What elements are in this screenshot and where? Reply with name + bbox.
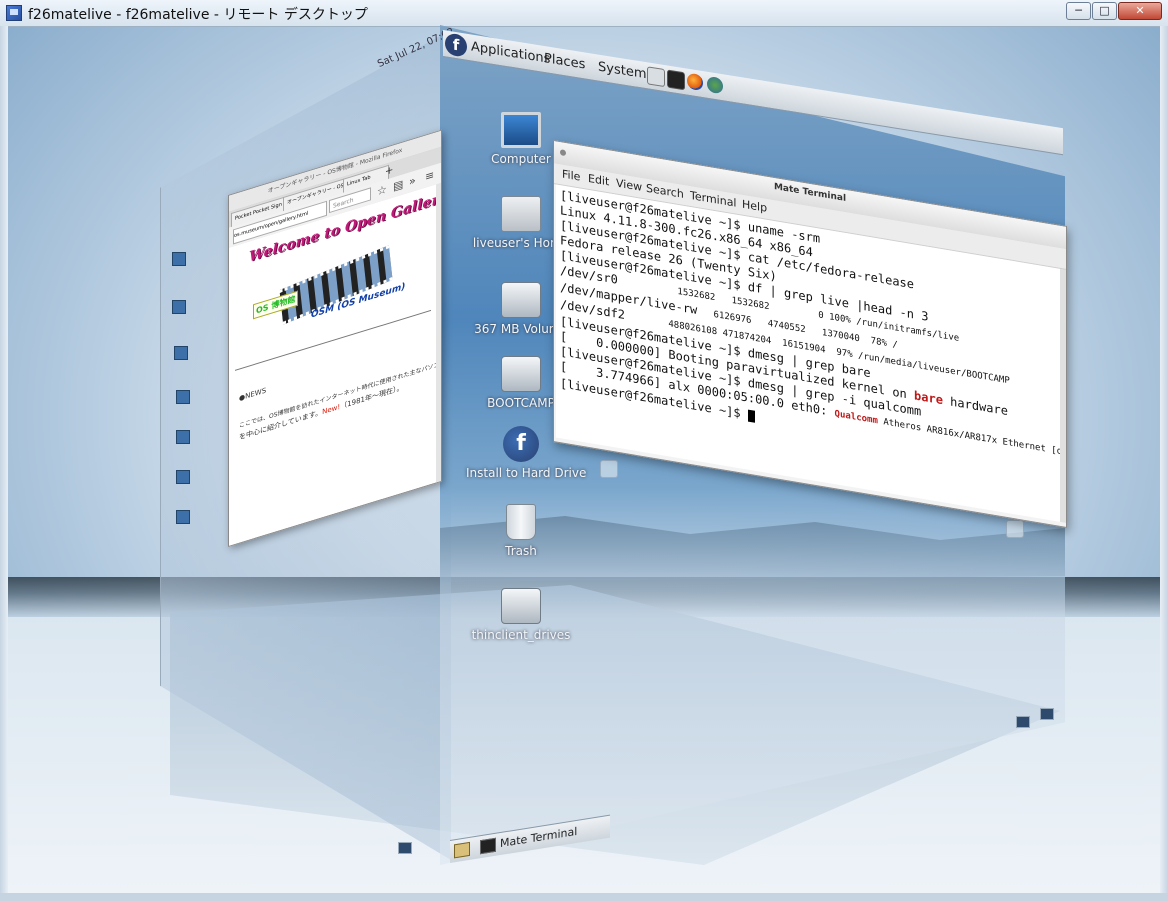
desktop-icon-label: Trash [505,544,537,558]
maximize-button[interactable]: □ [1092,2,1117,20]
desktop-icon-trash[interactable]: Trash [466,504,576,558]
terminal-menu-view[interactable]: View [616,177,642,194]
fedora-logo-icon[interactable]: f [445,32,467,58]
workspace-switcher-icon[interactable] [1040,708,1054,720]
terminal-menu-help[interactable]: Help [742,198,767,215]
window-frame-right [1160,26,1168,901]
mini-desktop-icon [176,510,190,524]
network-launcher-icon[interactable] [707,75,723,95]
home-folder-icon [501,196,541,232]
terminal-launcher-icon[interactable] [667,69,685,91]
workspace-switcher-icon[interactable] [1016,716,1030,728]
news-text: ここでは、OS博物館を訪れたインターネット時代に使用された主なパソコンの [239,357,441,430]
mini-desktop-icon [176,470,190,484]
show-desktop-icon[interactable] [454,841,470,859]
mini-desktop-icon [172,252,186,266]
terminal-menu-terminal[interactable]: Terminal [690,189,737,210]
firefox-window[interactable]: オープンギャラリー - OS博物館 - Mozilla Firefox Pock… [228,129,442,547]
mini-desktop-icon [174,346,188,360]
drive-icon [501,588,541,624]
desktop-icon-label: Install to Hard Drive [466,466,587,480]
mini-desktop-icon [176,430,190,444]
terminal-scrollbar[interactable] [1060,268,1066,523]
mini-desktop-icon [176,390,190,404]
desktop-icon-label: thinclient_drives [471,628,571,642]
hamburger-menu-icon[interactable]: ≡ [425,168,434,184]
computer-icon [501,112,541,148]
menu-system[interactable]: System [598,60,646,83]
drive-icon [501,282,541,318]
desktop-icon-thinclient[interactable]: thinclient_drives [466,578,576,642]
terminal-task-icon[interactable] [480,837,496,855]
bookmark-star-icon[interactable]: ☆ [377,182,387,198]
terminal-cursor [747,409,755,423]
overflow-chevron-icon[interactable]: » [409,174,416,189]
reflection-icon [1006,520,1024,538]
new-tab-button[interactable]: + [385,164,393,178]
content-divider [235,309,431,371]
firefox-page-content[interactable]: Welcome to Open Gallery OS 博物館 OSM (OS M… [229,182,441,546]
menu-places[interactable]: Places [544,51,585,73]
window-frame-left [0,26,8,901]
terminal-menu-search[interactable]: Search [646,182,684,201]
terminal-menu-edit[interactable]: Edit [588,172,609,189]
workspace-switcher-icon[interactable] [398,842,412,854]
installer-icon: f [503,426,539,462]
trash-icon [506,504,536,540]
reflection-icon [600,460,618,478]
remote-desktop-icon [6,5,22,21]
rdp-window-titlebar[interactable]: f26matelive - f26matelive - リモート デスクトップ … [0,0,1168,27]
window-frame-bottom [0,893,1168,901]
terminal-menu-file[interactable]: File [562,168,580,184]
file-manager-launcher-icon[interactable] [647,66,665,88]
minimize-button[interactable]: ─ [1066,2,1091,20]
library-icon[interactable]: ▤ [393,177,403,193]
drive-icon [501,356,541,392]
news-heading: ●NEWS [239,386,267,403]
mini-desktop-icon [172,300,186,314]
firefox-launcher-icon[interactable] [687,72,703,92]
window-title: f26matelive - f26matelive - リモート デスクトップ [28,7,368,23]
new-badge: New! [322,402,341,417]
firefox-scrollbar[interactable] [436,182,441,483]
close-button[interactable]: ✕ [1118,2,1162,20]
